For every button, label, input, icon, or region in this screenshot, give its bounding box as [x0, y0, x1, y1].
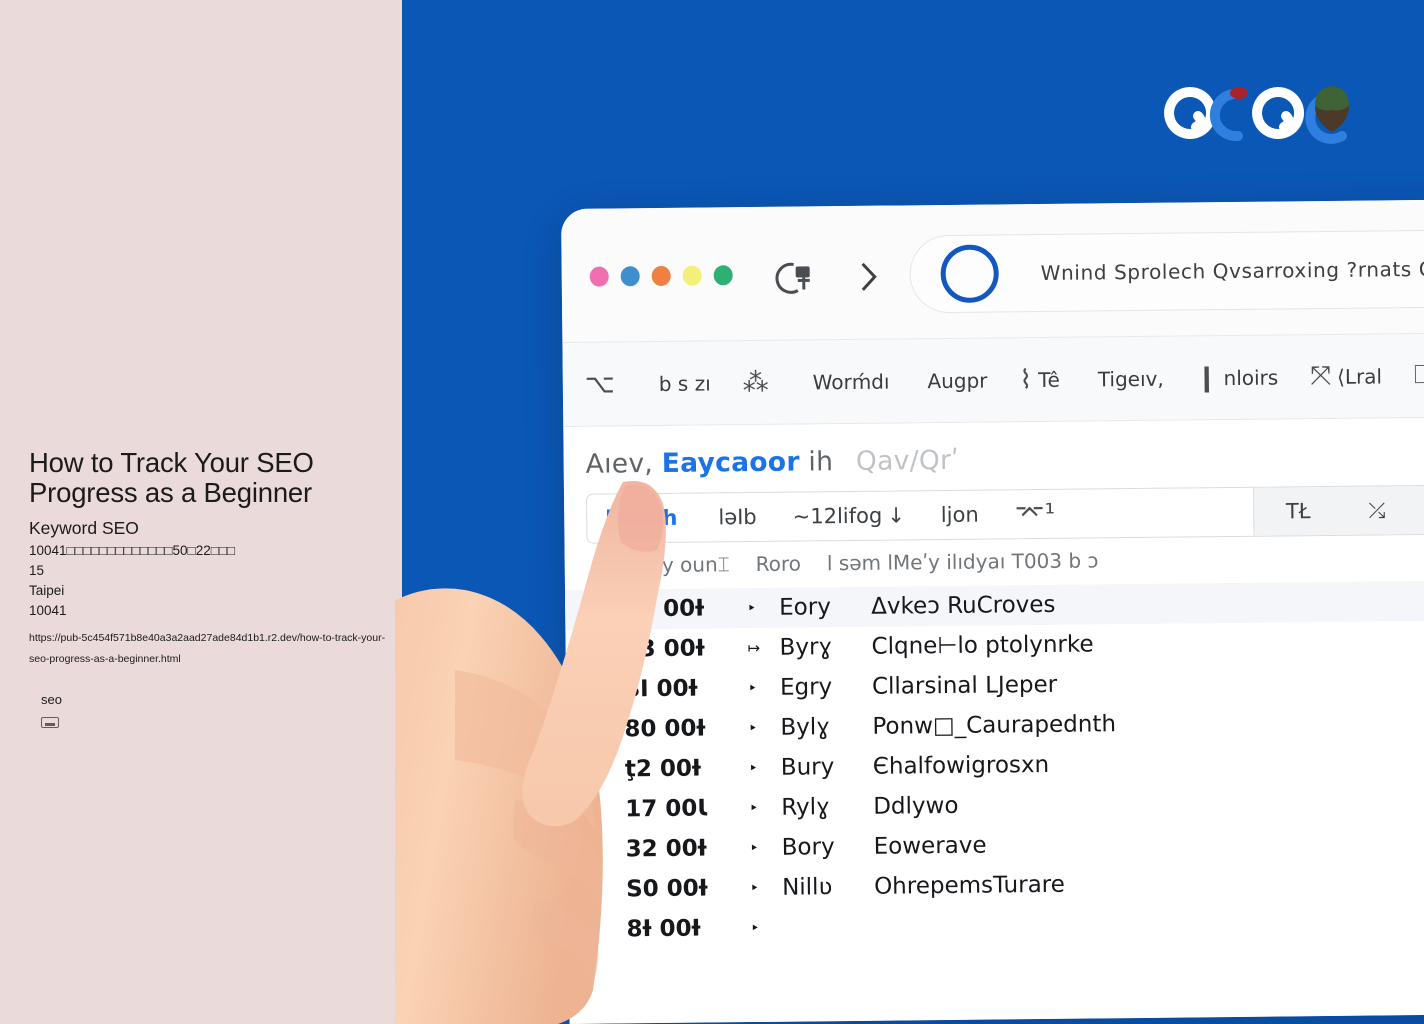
tag-block: seo	[41, 691, 62, 728]
toolbar-item-2[interactable]: ⁂	[743, 367, 775, 397]
navigation-controls	[774, 258, 880, 302]
keyword-label: Keyword SEO	[29, 518, 139, 538]
row-difficulty	[783, 927, 857, 928]
toolbar-item-5[interactable]: ⌇ Tê	[1019, 364, 1060, 395]
filter-chip-3[interactable]: ljon	[923, 502, 997, 527]
filter-chip-4[interactable]: ⌤¹	[997, 499, 1074, 530]
filter-label-2: ∼12lifog	[792, 503, 883, 529]
row-term: Clqne⊢lo ptolynrke	[871, 631, 1094, 660]
toolbar-label-8: ⟨Lral	[1336, 363, 1383, 389]
toolbar-label-5: Tê	[1038, 367, 1060, 392]
filter-label-3: ljon	[940, 502, 979, 528]
row-difficulty: Bury	[780, 754, 835, 781]
toolbar-icon-8: ⤧	[1310, 360, 1332, 392]
subhead-3: l səm lMeʹy ilıdyaı T003 b ɔ	[826, 548, 1099, 576]
toolbar-label-7: nloirs	[1223, 364, 1279, 390]
toolbar-label-3: Worḿdı	[812, 369, 890, 394]
toolbar-item-9[interactable]: ⎕	[1414, 360, 1424, 391]
toolbar-icon-5: ⌇	[1019, 364, 1033, 395]
window-dot-green[interactable]	[713, 265, 733, 286]
toolbar-icon-9: ⎕	[1413, 359, 1424, 391]
row-change: ‣	[750, 918, 760, 938]
pointing-hand	[355, 430, 725, 1024]
row-change: ‣	[747, 678, 757, 698]
row-difficulty: Rylɣ	[781, 794, 830, 821]
window-controls[interactable]	[589, 265, 733, 287]
chevron-right-icon[interactable]	[858, 258, 880, 301]
export-icon[interactable]: ⤰	[1350, 498, 1403, 524]
row-change: ↦	[747, 638, 761, 658]
toolbar-item-0[interactable]: ⌥	[585, 369, 621, 399]
page-title: How to Track Your SEO Progress as a Begi…	[29, 447, 314, 508]
toolbar-label-1: b s zı	[658, 370, 711, 396]
toolbar-label-4: Augpr	[927, 368, 988, 393]
toolbar-item-4[interactable]: Augpr	[921, 368, 987, 393]
row-change: ‣	[749, 798, 759, 818]
row-term: Єhalfowigrosxn	[872, 751, 1050, 780]
row-term: Cllarsinal LJeper	[871, 671, 1058, 700]
row-term: Ddlywo	[873, 792, 959, 820]
address-bar-text: Wnind Sprolech Qvsarroxing ?rnats Qztl ·…	[1040, 256, 1424, 285]
address-bar[interactable]: Wnind Sprolech Qvsarroxing ?rnats Qztl ·…	[909, 228, 1424, 314]
row-difficulty: Byrɣ	[779, 634, 833, 661]
meta-number: 15	[29, 563, 45, 578]
toolbar-item-8[interactable]: ⤧ ⟨Lral	[1310, 360, 1382, 392]
article-url[interactable]: https://pub-5c454f571b8e40a3a2aad27ade84…	[29, 628, 387, 670]
row-term: OhrepemsTurare	[873, 871, 1065, 900]
toolbar-icon-2: ⁂	[742, 367, 769, 398]
row-change: ‣	[748, 758, 758, 778]
toolbar-item-7[interactable]: ❙ nloirs	[1196, 362, 1279, 393]
filter-chip-2[interactable]: ∼12lifog ↓	[775, 503, 923, 529]
tag-label[interactable]: seo	[41, 691, 62, 709]
chevron-down-icon: ↓	[887, 503, 905, 528]
row-change: ‣	[748, 718, 758, 738]
filter-glyph-4: ⌤¹	[1014, 498, 1056, 530]
row-term: Eowerave	[873, 832, 987, 860]
blue-ring-icon	[940, 244, 1000, 304]
window-dot-yellow[interactable]	[682, 265, 702, 286]
left-info-panel: How to Track Your SEO Progress as a Begi…	[0, 0, 402, 1024]
row-change: ‣	[749, 838, 759, 858]
window-dot-pink[interactable]	[589, 266, 609, 287]
toolbar-icon-0: ⌥	[584, 368, 615, 400]
card-icon	[41, 717, 59, 728]
row-difficulty: Nillʋ	[781, 874, 833, 901]
browser-toolbar: ⌥ b s zı ⁂ Worḿdı Augpr ⌇ Tê Tigeıv, ❙	[562, 332, 1424, 427]
row-term: Ponw□_Caurapednth	[872, 711, 1117, 740]
toolbar-label-6: Tigeıv,	[1097, 366, 1164, 391]
window-dot-blue[interactable]	[620, 266, 640, 287]
window-dot-orange[interactable]	[651, 265, 671, 287]
meta-city: Taipei	[29, 583, 65, 598]
heading-suffix: ih	[808, 446, 834, 478]
meta-postcode: 10041	[29, 603, 67, 618]
toolbar-item-1[interactable]: b s zı	[653, 371, 711, 396]
garbled-brand-logo	[1160, 78, 1360, 148]
row-difficulty: Egry	[779, 674, 833, 701]
subhead-2[interactable]: Roro	[756, 552, 802, 576]
row-difficulty: Eory	[779, 594, 831, 621]
row-term: Δvkeɔ RuCroves	[871, 591, 1056, 620]
row-change: ‣	[747, 598, 757, 618]
row-change: ‣	[750, 878, 760, 898]
back-forward-icon[interactable]	[774, 258, 820, 301]
meta-description: 10041□□□□□□□□□□□□□50□22□□□	[29, 543, 236, 558]
filter-action-0[interactable]: TŁ	[1268, 499, 1329, 524]
row-difficulty: Bylɣ	[780, 714, 831, 741]
browser-titlebar: Wnind Sprolech Qvsarroxing ?rnats Qztl ·…	[561, 198, 1424, 343]
toolbar-icon-7: ❙	[1195, 362, 1218, 393]
toolbar-item-3[interactable]: Worḿdı	[807, 369, 890, 394]
heading-muted: Qav/Qrʹ	[855, 444, 960, 477]
filter-bar-actions: TŁ ⤰ Excietonı	[1252, 484, 1424, 536]
article-meta-block: How to Track Your SEO Progress as a Begi…	[29, 448, 391, 670]
toolbar-item-6[interactable]: Tigeıv,	[1092, 366, 1164, 391]
row-difficulty: Bory	[781, 834, 835, 861]
